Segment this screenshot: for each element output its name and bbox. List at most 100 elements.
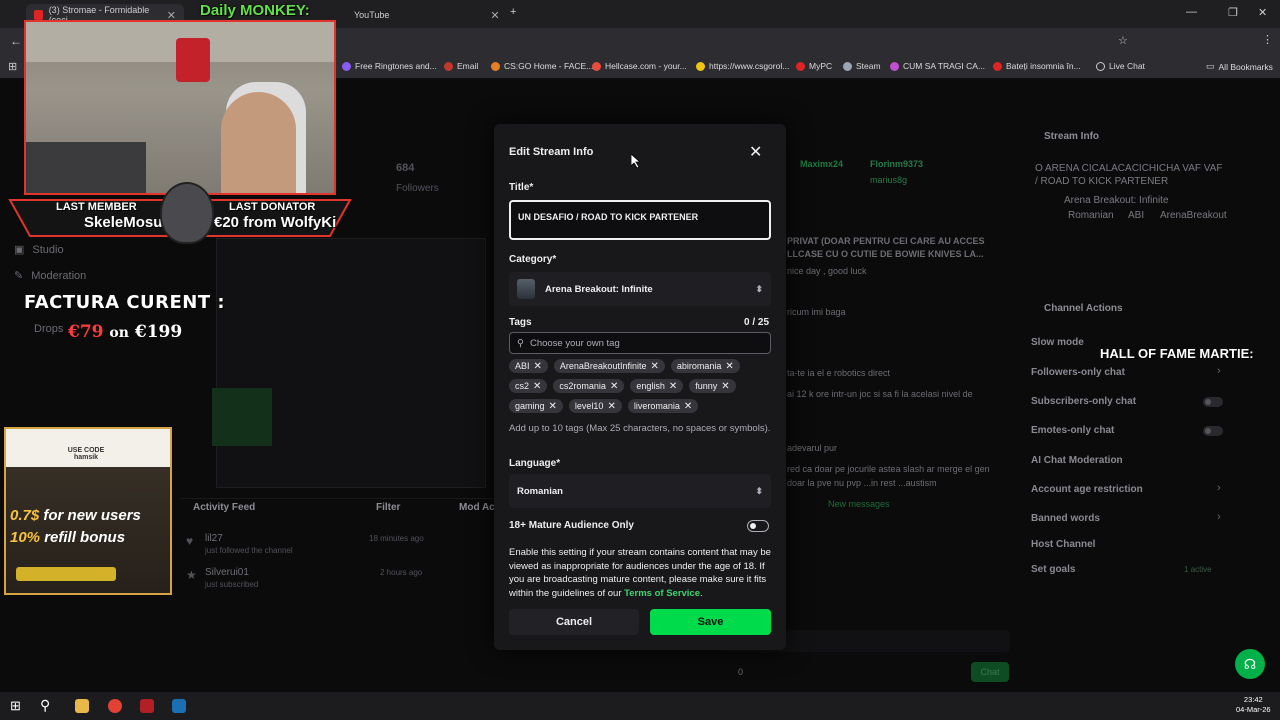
tag-chip[interactable]: english ✕ <box>630 379 684 393</box>
tag-chip[interactable]: level10 ✕ <box>568 399 622 413</box>
sidebar-item-studio[interactable]: ▣ Studio <box>14 243 64 257</box>
chevron-right-icon: › <box>1217 511 1221 523</box>
chat-user[interactable]: Maximx24 <box>800 159 843 169</box>
account-age-restriction[interactable]: Account age restriction <box>1031 484 1143 495</box>
slow-mode[interactable]: Slow mode <box>1031 337 1084 348</box>
emotes-only-toggle[interactable] <box>1203 426 1223 436</box>
tag-chip[interactable]: cs2romania ✕ <box>553 379 625 393</box>
bookmark-label: Live Chat <box>1109 61 1145 71</box>
bookmark-item[interactable]: CUM SA TRAGI CA... <box>890 61 985 71</box>
chat-user[interactable]: Florinm9373 <box>870 159 923 169</box>
bookmark-item[interactable]: Live Chat <box>1096 61 1145 71</box>
hall-of-fame-label: HALL OF FAME MARTIE: <box>1100 346 1254 361</box>
mature-desc-period: . <box>700 587 703 599</box>
windows-taskbar <box>0 692 1280 720</box>
set-goals[interactable]: Set goals <box>1031 564 1075 575</box>
language-select[interactable]: Romanian ⬍ <box>509 474 771 508</box>
followers-only-chat[interactable]: Followers-only chat <box>1031 367 1125 378</box>
tag-label: cs2romania <box>559 381 606 391</box>
save-button[interactable]: Save <box>650 609 771 635</box>
remove-tag-icon[interactable]: ✕ <box>534 361 542 372</box>
steam-taskbar-icon[interactable] <box>172 699 186 713</box>
remove-tag-icon[interactable]: ✕ <box>549 401 557 412</box>
category-select[interactable]: Arena Breakout: Infinite ⬍ <box>509 272 771 306</box>
cancel-button[interactable]: Cancel <box>509 609 639 635</box>
bookmark-item[interactable]: CS:GO Home - FACE... <box>491 61 593 71</box>
channel-actions-title: Channel Actions <box>1044 303 1123 314</box>
close-icon[interactable]: ✕ <box>749 142 762 162</box>
system-clock[interactable]: 23:42 04-Mar-26 <box>1236 695 1271 715</box>
tag-chip[interactable]: gaming ✕ <box>509 399 563 413</box>
star-icon: ★ <box>186 568 197 582</box>
close-window-icon[interactable]: ✕ <box>1258 6 1267 19</box>
activity-name[interactable]: lil27 <box>205 533 223 544</box>
tag-chip[interactable]: ArenaBreakoutInfinite ✕ <box>553 359 665 373</box>
edit-stream-info-modal: Edit Stream Info ✕ Title* UN DESAFIO / R… <box>494 124 786 650</box>
tag-label: ABI <box>515 361 530 371</box>
subscribers-only-toggle[interactable] <box>1203 397 1223 407</box>
bookmark-label: Hellcase.com - your... <box>605 61 687 71</box>
apps-grid-icon[interactable]: ⊞ <box>8 60 17 73</box>
bookmark-item[interactable]: Email <box>444 61 478 71</box>
sidebar-item-moderation[interactable]: ✎ Moderation <box>14 269 86 283</box>
minimize-icon[interactable]: — <box>1186 6 1197 18</box>
search-icon[interactable]: ⚲ <box>40 697 50 714</box>
tag-chip[interactable]: funny ✕ <box>689 379 736 393</box>
title-input[interactable]: UN DESAFIO / ROAD TO KICK PARTENER <box>509 200 771 240</box>
new-messages-divider[interactable]: New messages <box>828 499 890 509</box>
chrome-icon[interactable] <box>108 699 122 713</box>
mature-toggle[interactable] <box>747 520 769 532</box>
ai-chat-moderation[interactable]: AI Chat Moderation <box>1031 455 1123 466</box>
chat-line: ricum imi baga <box>787 307 846 317</box>
bookmark-item[interactable]: MyPC <box>796 61 832 71</box>
bookmark-item[interactable]: Free Ringtones and... <box>342 61 437 71</box>
new-tab-icon[interactable]: + <box>510 6 516 18</box>
chat-points: 0 <box>738 667 744 677</box>
close-tab-icon[interactable]: ✕ <box>490 9 499 22</box>
remove-tag-icon[interactable]: ✕ <box>684 401 692 412</box>
tag-label: cs2 <box>515 381 530 391</box>
bookmark-label: Steam <box>856 61 881 71</box>
activity-filter-button[interactable]: Filter <box>376 502 400 513</box>
remove-tag-icon[interactable]: ✕ <box>721 381 729 392</box>
factura-total: €199 <box>134 322 183 342</box>
file-explorer-icon[interactable] <box>75 699 89 713</box>
remove-tag-icon[interactable]: ✕ <box>610 381 618 392</box>
host-channel[interactable]: Host Channel <box>1031 539 1095 550</box>
sidebar-item-drops[interactable]: Drops <box>34 323 63 335</box>
followers-label: Followers <box>396 183 439 194</box>
remove-tag-icon[interactable]: ✕ <box>669 381 677 392</box>
obs-app-icon[interactable] <box>140 699 154 713</box>
remove-tag-icon[interactable]: ✕ <box>725 361 733 372</box>
banned-words[interactable]: Banned words <box>1031 513 1100 524</box>
back-icon[interactable]: ← <box>10 34 22 48</box>
tags-count: 0 / 25 <box>744 317 770 328</box>
bookmark-label: All Bookmarks <box>1218 61 1273 72</box>
remove-tag-icon[interactable]: ✕ <box>533 381 541 392</box>
browser-tab-youtube[interactable]: YouTube ✕ <box>340 4 500 26</box>
chat-user[interactable]: marius8g <box>870 175 907 185</box>
bookmark-item[interactable]: Hellcase.com - your... <box>592 61 687 71</box>
bookmark-item[interactable]: Bateți insomnia în... <box>993 61 1081 71</box>
tag-chip[interactable]: liveromania ✕ <box>627 399 699 413</box>
restore-icon[interactable]: ❐ <box>1228 6 1238 19</box>
support-chat-button[interactable]: ☊ <box>1235 649 1265 679</box>
bookmark-star-icon[interactable]: ☆ <box>1118 34 1128 47</box>
activity-name[interactable]: Silverui01 <box>205 567 249 578</box>
subscribers-only-chat[interactable]: Subscribers-only chat <box>1031 396 1136 407</box>
remove-tag-icon[interactable]: ✕ <box>607 401 615 412</box>
bookmark-item[interactable]: Steam <box>843 61 881 71</box>
remove-tag-icon[interactable]: ✕ <box>650 361 658 372</box>
chat-send-button[interactable]: Chat <box>971 662 1009 682</box>
tag-chip[interactable]: ABI ✕ <box>509 359 548 373</box>
tag-search-input[interactable]: ⚲ Choose your own tag <box>509 332 771 354</box>
tag-chip[interactable]: cs2 ✕ <box>509 379 548 393</box>
windows-start-icon[interactable]: ⊞ <box>10 698 21 714</box>
emotes-only-chat[interactable]: Emotes-only chat <box>1031 425 1114 436</box>
all-bookmarks[interactable]: ▭ All Bookmarks <box>1206 61 1273 72</box>
tag-chip[interactable]: abiromania ✕ <box>670 359 740 373</box>
menu-icon[interactable]: ⋮ <box>1262 33 1273 46</box>
bookmark-item[interactable]: https://www.csgorol... <box>696 61 789 71</box>
last-member-label: LAST MEMBER <box>56 201 137 213</box>
terms-of-service-link[interactable]: Terms of Service <box>624 588 700 599</box>
